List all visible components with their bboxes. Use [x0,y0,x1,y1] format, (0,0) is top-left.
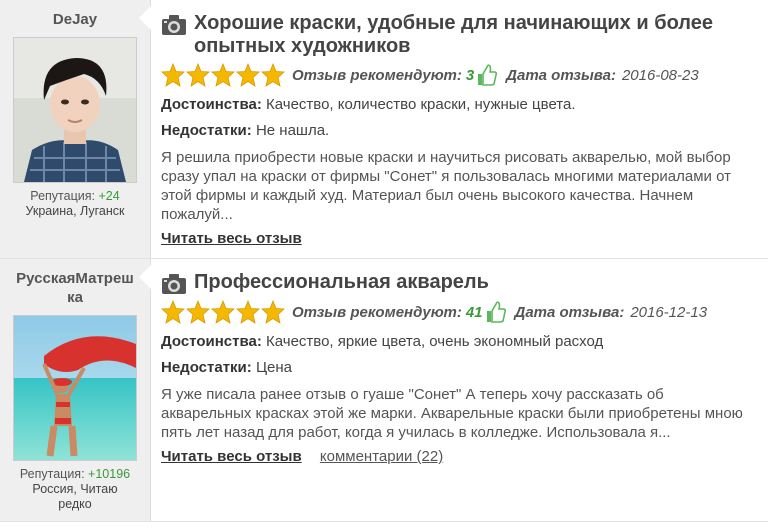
cons-text: Не нашла. [255,122,330,139]
date-label: Дата отзыва: [514,303,625,321]
recommend-count: 41 [465,303,483,321]
star-icon [161,63,185,87]
pros-label: Достоинства: [161,333,262,350]
pros: Достоинства: Качество, яркие цвета, очен… [161,333,768,351]
star-icon [186,63,210,87]
reputation: Репутация: +24 [0,189,150,204]
cons-label: Недостатки: [161,122,252,139]
star-icon [236,300,260,324]
reputation-value: +10196 [88,467,131,481]
avatar[interactable] [13,315,137,461]
author-panel: РусскаяМатрешка Репутация: +10196 Россия… [0,259,151,521]
star-icon [211,63,235,87]
camera-icon [162,15,186,35]
review-excerpt: Я уже писала ранее отзыв о гуаше "Сонет"… [161,386,743,441]
author-location: Россия, Читаю редко [32,482,118,511]
reputation: Репутация: +10196 [0,467,150,482]
star-icon [211,300,235,324]
thumbs-up-icon[interactable] [476,63,498,87]
star-icon [261,63,285,87]
date-label: Дата отзыва: [506,66,616,84]
review-card: РусскаяМатрешка Репутация: +10196 Россия… [0,259,768,522]
author-location: Украина, Луганск [25,204,125,218]
reputation-label: Репутация: [30,189,95,203]
author-name[interactable]: DeJay [0,0,150,29]
star-icon [161,300,185,324]
recommend-label: Отзыв рекомендуют: [292,303,462,321]
review-title[interactable]: Профессиональная акварель [194,271,489,294]
pros: Достоинства: Качество, количество краски… [161,96,768,114]
pros-text: Качество, яркие цвета, очень экономный р… [266,333,604,350]
pros-text: Качество, количество краски, нужные цвет… [266,96,576,113]
review-date: 2016-08-23 [621,66,699,84]
cons: Недостатки: Не нашла. [161,122,768,140]
review-title[interactable]: Хорошие краски, удобные для начинающих и… [194,12,768,58]
cons-text: Цена [255,359,293,376]
pros-label: Достоинства: [161,96,262,113]
reputation-label: Репутация: [19,467,85,481]
star-icon [261,300,285,324]
recommend-count: 3 [465,66,475,84]
cons-label: Недостатки: [161,359,252,376]
thumbs-up-icon[interactable] [485,300,507,324]
avatar[interactable] [13,37,137,183]
author-name[interactable]: РусскаяМатрешка [15,259,135,307]
review-content: Профессиональная акварель Отзыв рекоменд… [151,259,768,521]
reputation-value: +24 [98,189,120,203]
review-content: Хорошие краски, удобные для начинающих и… [151,0,768,258]
read-more-link[interactable]: Читать весь отзыв [161,448,302,465]
review-date: 2016-12-13 [630,303,708,321]
rating-stars [161,63,286,87]
read-more-link[interactable]: Читать весь отзыв [161,230,302,247]
review-excerpt: Я решила приобрести новые краски и научи… [161,149,731,223]
camera-icon [162,274,186,294]
star-icon [186,300,210,324]
rating-stars [161,300,286,324]
recommend-label: Отзыв рекомендуют: [292,66,462,84]
author-panel: DeJay Репутация: +24 Украина, Луганск [0,0,151,258]
comments-link[interactable]: комментарии (22) [320,448,443,465]
cons: Недостатки: Цена [161,359,768,377]
star-icon [236,63,260,87]
review-card: DeJay Репутация: +24 Украина, Луганск Хо… [0,0,768,259]
